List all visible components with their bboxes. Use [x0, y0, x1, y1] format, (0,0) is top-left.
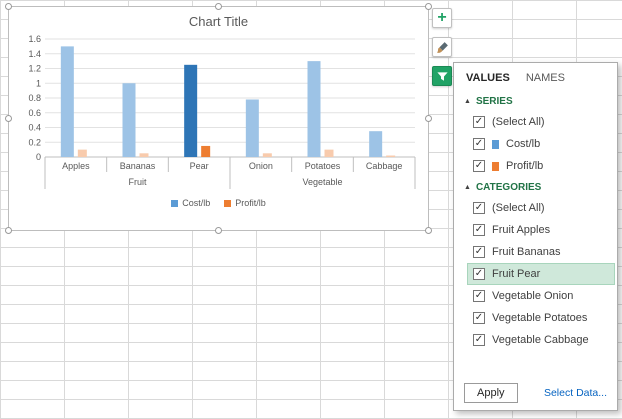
svg-text:Fruit: Fruit [129, 177, 147, 187]
filter-item-select-all[interactable]: ✓ (Select All) [467, 111, 615, 133]
series-filter-list: ✓ (Select All) ✓ Cost/lb ✓ Profit/lb [454, 111, 617, 177]
series-color-icon [492, 139, 499, 149]
filter-item-label: Fruit Pear [492, 268, 541, 280]
chart-styles-button[interactable] [432, 37, 452, 57]
selection-handle[interactable] [5, 115, 12, 122]
apply-button[interactable]: Apply [464, 383, 518, 403]
svg-text:1.4: 1.4 [28, 49, 41, 59]
checkbox[interactable]: ✓ [473, 246, 485, 258]
checkbox[interactable]: ✓ [473, 160, 485, 172]
series-section-title: SERIES [475, 96, 513, 107]
checkbox[interactable]: ✓ [473, 224, 485, 236]
filter-item-select-all[interactable]: ✓ (Select All) [467, 197, 615, 219]
filter-item-label: Vegetable Cabbage [492, 334, 589, 346]
svg-text:0.2: 0.2 [28, 137, 41, 147]
legend-color-chip [224, 199, 232, 207]
selection-handle[interactable] [5, 227, 12, 234]
filter-item-label: Vegetable Onion [492, 290, 574, 302]
svg-text:0.8: 0.8 [28, 93, 41, 103]
filter-item-label: Fruit Bananas [492, 246, 561, 258]
selection-handle[interactable] [425, 227, 432, 234]
filter-item-label: Cost/lb [506, 138, 541, 150]
plus-icon: + [437, 8, 447, 26]
tab-values[interactable]: VALUES [466, 72, 510, 84]
legend-color-chip [171, 199, 179, 207]
selection-handle[interactable] [215, 3, 222, 10]
chart[interactable]: Chart Title 1.6 1.4 1.2 1 0.8 0.6 0.4 0.2 0 Apple… [5, 3, 432, 234]
checkbox[interactable]: ✓ [473, 116, 485, 128]
svg-text:Vegetable: Vegetable [302, 177, 342, 187]
categories-section-title: CATEGORIES [475, 182, 542, 193]
chart-filters-button[interactable] [432, 66, 452, 86]
chart-legend[interactable]: Cost/lb Profit/lb [9, 198, 428, 208]
svg-text:1: 1 [36, 78, 41, 88]
filter-item-label: (Select All) [492, 202, 545, 214]
svg-text:Cabbage: Cabbage [366, 161, 403, 171]
legend-label: Profit/lb [235, 198, 266, 208]
chart-plot-area[interactable]: 1.6 1.4 1.2 1 0.8 0.6 0.4 0.2 0 Apples Bananas Pear… [9, 31, 428, 195]
svg-text:0.6: 0.6 [28, 108, 41, 118]
checkbox[interactable]: ✓ [473, 312, 485, 324]
svg-text:0: 0 [36, 152, 41, 162]
chart-filters-pane: VALUES NAMES ▲ SERIES ✓ (Select All) ✓ Cost… [453, 62, 618, 411]
chart-elements-button[interactable]: + [432, 8, 452, 28]
collapse-triangle-icon: ▲ [464, 98, 471, 105]
filter-item-label: Profit/lb [506, 160, 544, 172]
filter-item-vegetable-cabbage[interactable]: ✓ Vegetable Cabbage [467, 329, 615, 351]
tab-names[interactable]: NAMES [526, 72, 565, 84]
filter-item-label: (Select All) [492, 116, 545, 128]
series-section-header[interactable]: ▲ SERIES [454, 91, 617, 111]
svg-text:Potatoes: Potatoes [305, 161, 341, 171]
paintbrush-icon [436, 41, 449, 54]
funnel-icon [436, 70, 449, 83]
filter-item-profit-lb[interactable]: ✓ Profit/lb [467, 155, 615, 177]
selection-handle[interactable] [425, 115, 432, 122]
selection-handle[interactable] [5, 3, 12, 10]
selection-handle[interactable] [215, 227, 222, 234]
categories-section-header[interactable]: ▲ CATEGORIES [454, 177, 617, 197]
filter-item-label: Fruit Apples [492, 224, 551, 236]
svg-text:Pear: Pear [190, 161, 209, 171]
svg-text:1.6: 1.6 [28, 34, 41, 44]
svg-text:0.4: 0.4 [28, 123, 41, 133]
chart-title[interactable]: Chart Title [9, 14, 428, 29]
checkbox[interactable]: ✓ [473, 334, 485, 346]
svg-text:Bananas: Bananas [120, 161, 156, 171]
filter-panel-tabs: VALUES NAMES [454, 63, 617, 91]
filter-item-vegetable-onion[interactable]: ✓ Vegetable Onion [467, 285, 615, 307]
filter-item-vegetable-potatoes[interactable]: ✓ Vegetable Potatoes [467, 307, 615, 329]
filter-item-fruit-pear[interactable]: ✓ Fruit Pear [467, 263, 615, 285]
checkbox[interactable]: ✓ [473, 138, 485, 150]
checkbox[interactable]: ✓ [473, 268, 485, 280]
checkbox[interactable]: ✓ [473, 202, 485, 214]
svg-text:Apples: Apples [62, 161, 90, 171]
categories-filter-list: ✓ (Select All) ✓ Fruit Apples ✓ Fruit Bananas… [454, 197, 617, 351]
filter-item-fruit-bananas[interactable]: ✓ Fruit Bananas [467, 241, 615, 263]
svg-text:Onion: Onion [249, 161, 273, 171]
series-color-icon [492, 161, 499, 171]
legend-item[interactable]: Profit/lb [224, 198, 266, 208]
filter-item-label: Vegetable Potatoes [492, 312, 588, 324]
select-data-link[interactable]: Select Data... [544, 387, 607, 399]
filter-item-cost-lb[interactable]: ✓ Cost/lb [467, 133, 615, 155]
selection-handle[interactable] [425, 3, 432, 10]
svg-text:1.2: 1.2 [28, 64, 41, 74]
collapse-triangle-icon: ▲ [464, 184, 471, 191]
legend-item[interactable]: Cost/lb [171, 198, 210, 208]
checkbox[interactable]: ✓ [473, 290, 485, 302]
filter-item-fruit-apples[interactable]: ✓ Fruit Apples [467, 219, 615, 241]
legend-label: Cost/lb [182, 198, 211, 208]
